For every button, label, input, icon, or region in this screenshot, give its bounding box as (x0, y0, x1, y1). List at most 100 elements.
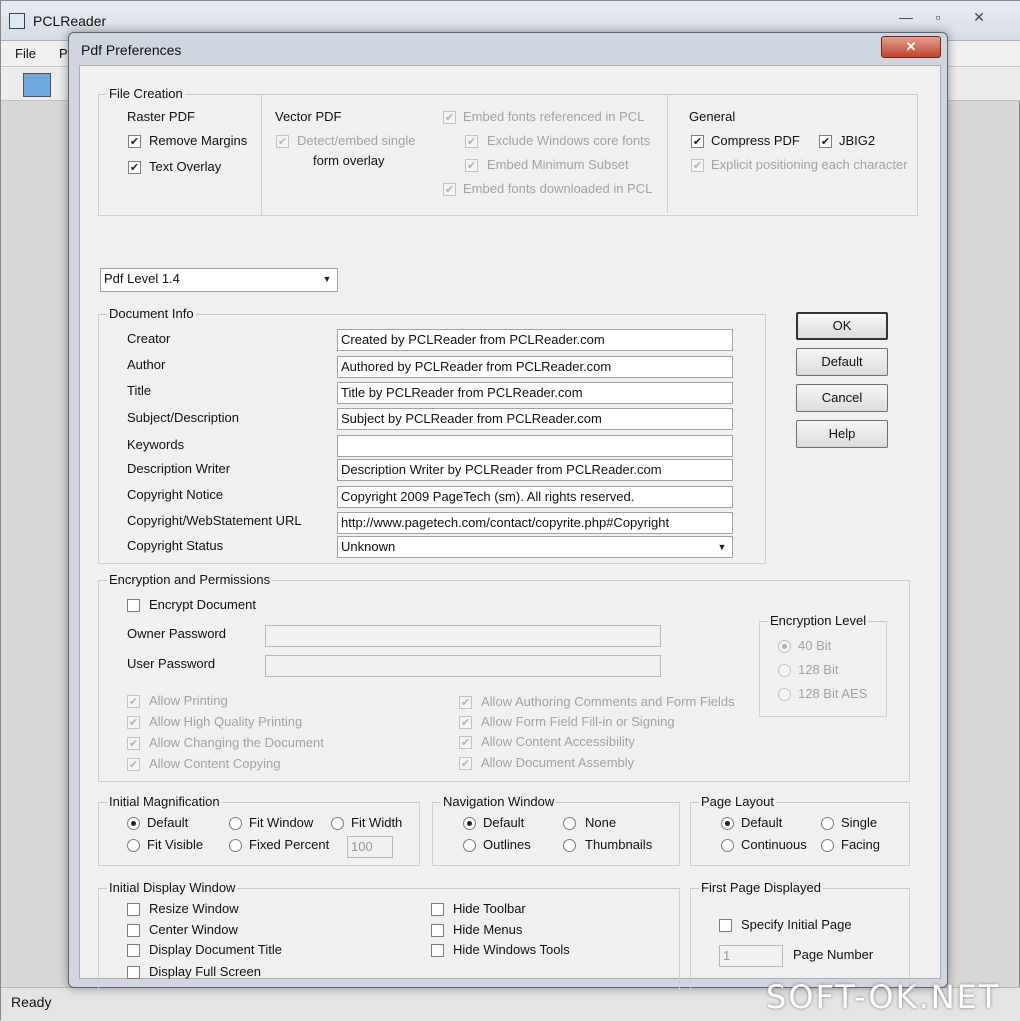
layout-single-radio[interactable] (821, 817, 834, 830)
jbig2-checkbox[interactable] (819, 135, 832, 148)
allow-form-fill-checkbox[interactable] (459, 716, 472, 729)
encrypt-document-checkbox[interactable] (127, 599, 140, 612)
encryption-level-legend: Encryption Level (768, 613, 869, 628)
specify-initial-page-label: Specify Initial Page (741, 917, 852, 932)
title-field[interactable]: Title by PCLReader from PCLReader.com (337, 382, 733, 404)
page-layout-legend: Page Layout (699, 794, 777, 809)
layout-continuous-label: Continuous (741, 837, 807, 852)
fit-visible-radio[interactable] (127, 839, 140, 852)
owner-password-field[interactable] (265, 625, 661, 647)
exclude-core-fonts-checkbox[interactable] (465, 135, 478, 148)
allow-hq-printing-checkbox[interactable] (127, 716, 140, 729)
subject-field[interactable]: Subject by PCLReader from PCLReader.com (337, 408, 733, 430)
allow-authoring-checkbox[interactable] (459, 696, 472, 709)
page-number-label: Page Number (793, 947, 874, 962)
jbig2-label: JBIG2 (839, 133, 876, 148)
pdf-level-select[interactable]: Pdf Level 1.4 ▼ (100, 268, 338, 292)
dialog-close-button[interactable]: ✕ (881, 36, 941, 58)
center-window-checkbox[interactable] (127, 924, 140, 937)
remove-margins-checkbox[interactable] (128, 135, 141, 148)
main-window-title: PCLReader (33, 13, 107, 29)
open-icon[interactable] (23, 73, 51, 97)
compress-pdf-checkbox[interactable] (691, 135, 704, 148)
mag-default-radio[interactable] (127, 817, 140, 830)
128bit-aes-radio[interactable] (778, 688, 791, 701)
detect-embed-checkbox[interactable] (276, 135, 289, 148)
layout-facing-radio[interactable] (821, 839, 834, 852)
title-label: Title (127, 383, 152, 398)
copyright-notice-field[interactable]: Copyright 2009 PageTech (sm). All rights… (337, 486, 733, 508)
page-number-field[interactable]: 1 (719, 945, 783, 967)
allow-authoring-label: Allow Authoring Comments and Form Fields (481, 694, 735, 709)
copyright-status-select[interactable]: Unknown ▼ (337, 536, 733, 558)
detect-embed-label: Detect/embed single (297, 133, 416, 148)
fit-width-radio[interactable] (331, 817, 344, 830)
fixed-percent-radio[interactable] (229, 839, 242, 852)
copyright-status-value: Unknown (341, 539, 396, 554)
allow-changing-checkbox[interactable] (127, 737, 140, 750)
nav-none-radio[interactable] (563, 817, 576, 830)
text-overlay-checkbox[interactable] (128, 161, 141, 174)
center-window-label: Center Window (149, 922, 238, 937)
creator-field[interactable]: Created by PCLReader from PCLReader.com (337, 329, 733, 351)
nav-outlines-radio[interactable] (463, 839, 476, 852)
cancel-button[interactable]: Cancel (796, 384, 888, 412)
specify-initial-page-checkbox[interactable] (719, 919, 732, 932)
nav-default-radio[interactable] (463, 817, 476, 830)
minimize-button[interactable]: — (891, 8, 921, 28)
owner-password-label: Owner Password (127, 626, 226, 641)
resize-window-checkbox[interactable] (127, 903, 140, 916)
embed-fonts-label: Embed fonts referenced in PCL (463, 109, 645, 124)
40bit-radio[interactable] (778, 640, 791, 653)
ok-button[interactable]: OK (796, 312, 888, 340)
fixed-percent-field[interactable]: 100 (347, 836, 393, 858)
allow-assembly-checkbox[interactable] (459, 757, 472, 770)
menu-file[interactable]: File (15, 46, 36, 61)
allow-accessibility-label: Allow Content Accessibility (481, 734, 635, 749)
encryption-legend: Encryption and Permissions (107, 572, 273, 587)
full-screen-checkbox[interactable] (127, 966, 140, 979)
copyright-url-label: Copyright/WebStatement URL (127, 513, 302, 528)
maximize-button[interactable]: ▫ (923, 8, 953, 28)
nav-thumbnails-radio[interactable] (563, 839, 576, 852)
hide-toolbar-checkbox[interactable] (431, 903, 444, 916)
allow-printing-checkbox[interactable] (127, 695, 140, 708)
description-writer-field[interactable]: Description Writer by PCLReader from PCL… (337, 459, 733, 481)
copyright-status-label: Copyright Status (127, 538, 224, 553)
author-field[interactable]: Authored by PCLReader from PCLReader.com (337, 356, 733, 378)
hide-menus-checkbox[interactable] (431, 924, 444, 937)
default-button[interactable]: Default (796, 348, 888, 376)
embed-fonts-checkbox[interactable] (443, 111, 456, 124)
nav-thumbnails-label: Thumbnails (585, 837, 653, 852)
copyright-url-field[interactable]: http://www.pagetech.com/contact/copyrite… (337, 512, 733, 534)
help-button[interactable]: Help (796, 420, 888, 448)
layout-default-radio[interactable] (721, 817, 734, 830)
fit-window-radio[interactable] (229, 817, 242, 830)
raster-pdf-heading: Raster PDF (127, 109, 195, 124)
128bit-radio[interactable] (778, 664, 791, 677)
remove-margins-label: Remove Margins (149, 133, 248, 148)
hide-windows-tools-label: Hide Windows Tools (453, 942, 570, 957)
magnification-legend: Initial Magnification (107, 794, 222, 809)
allow-accessibility-checkbox[interactable] (459, 736, 472, 749)
hide-windows-tools-checkbox[interactable] (431, 944, 444, 957)
allow-copying-checkbox[interactable] (127, 758, 140, 771)
allow-printing-label: Allow Printing (149, 693, 228, 708)
page-layout-group: Page Layout Default Single Continuous Fa… (690, 794, 910, 866)
app-icon (9, 13, 25, 29)
pdf-preferences-dialog: Pdf Preferences ✕ File Creation Raster P… (68, 32, 948, 992)
exclude-core-fonts-label: Exclude Windows core fonts (487, 133, 651, 148)
display-doc-title-checkbox[interactable] (127, 944, 140, 957)
keywords-field[interactable] (337, 435, 733, 457)
user-password-label: User Password (127, 656, 216, 671)
embed-downloaded-checkbox[interactable] (443, 183, 456, 196)
copyright-notice-label: Copyright Notice (127, 487, 224, 502)
menu-p[interactable]: P (59, 46, 68, 61)
explicit-positioning-checkbox[interactable] (691, 159, 704, 172)
user-password-field[interactable] (265, 655, 661, 677)
min-subset-checkbox[interactable] (465, 159, 478, 172)
encryption-level-group: Encryption Level 40 Bit 128 Bit 128 Bit … (759, 613, 887, 717)
pdf-level-value: Pdf Level 1.4 (104, 271, 180, 286)
layout-continuous-radio[interactable] (721, 839, 734, 852)
close-button[interactable]: ✕ (957, 8, 1001, 28)
